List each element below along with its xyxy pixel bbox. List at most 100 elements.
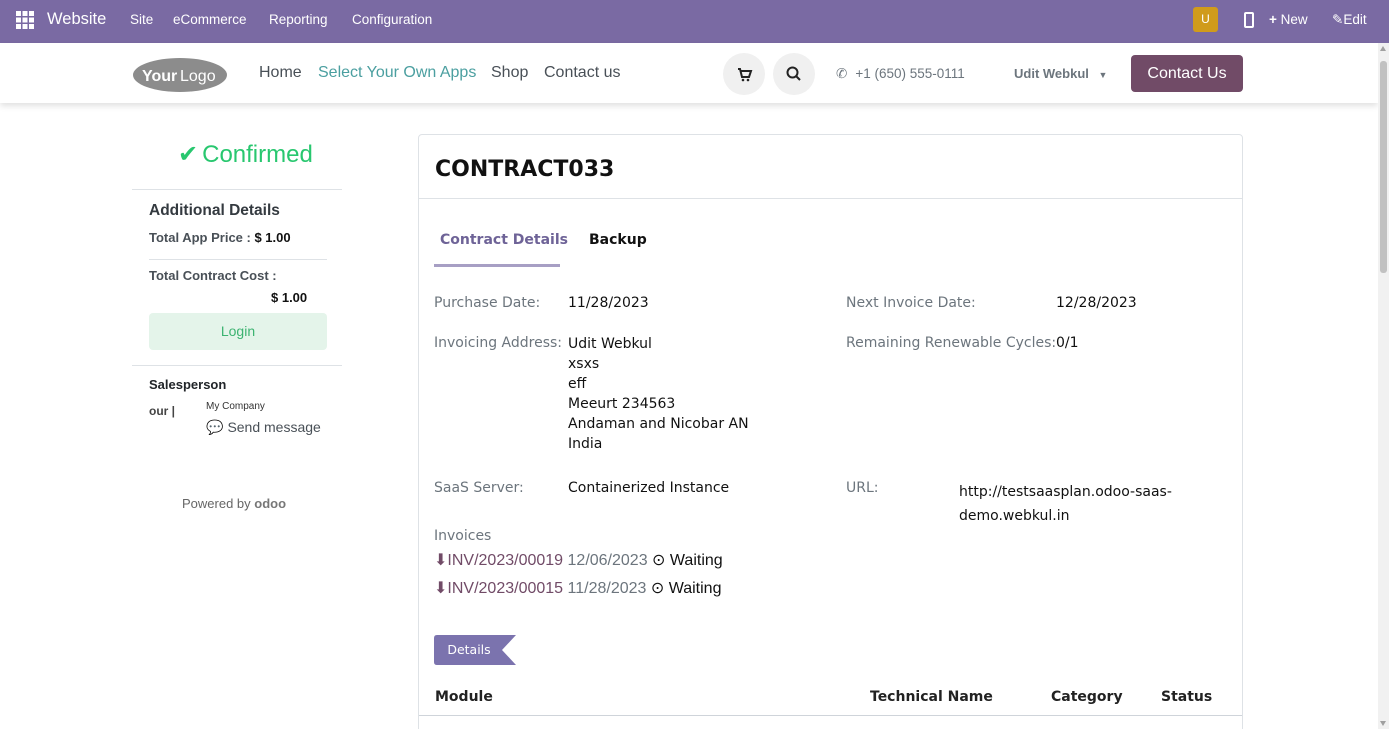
scroll-down-arrow-icon[interactable] <box>1380 721 1386 726</box>
user-name: Udit Webkul <box>1014 66 1089 81</box>
page-scrollbar[interactable] <box>1378 43 1389 729</box>
address-line: Udit Webkul <box>568 336 652 352</box>
additional-details-title: Additional Details <box>149 202 280 219</box>
invoice-status-text: Waiting <box>668 580 722 597</box>
send-message-text: Send message <box>227 419 321 435</box>
invoice-status: ⊙ Waiting <box>652 552 723 569</box>
phone-text: +1 (650) 555-0111 <box>855 66 965 81</box>
menu-site[interactable]: Site <box>130 12 153 27</box>
table-header-divider <box>419 715 1242 716</box>
divider <box>149 259 327 260</box>
invoice-status: ⊙ Waiting <box>651 580 722 597</box>
powered-by-text: Powered by <box>182 496 251 511</box>
column-module: Module <box>435 689 493 705</box>
scroll-up-arrow-icon[interactable] <box>1380 46 1386 51</box>
user-dropdown[interactable]: Udit Webkul ▼ <box>1014 66 1107 81</box>
invoice-row[interactable]: ⬇INV/2023/00015 11/28/2023 ⊙ Waiting <box>434 578 721 598</box>
send-message-link[interactable]: 💬 Send message <box>206 419 321 436</box>
nav-home[interactable]: Home <box>259 64 302 82</box>
caret-down-icon: ▼ <box>1098 70 1108 80</box>
next-invoice-label: Next Invoice Date: <box>846 295 976 311</box>
url-label: URL: <box>846 480 879 496</box>
address-line: India <box>568 436 603 452</box>
download-icon: ⬇ <box>434 580 448 597</box>
invoice-number[interactable]: INV/2023/00015 <box>447 580 563 597</box>
invoicing-address-label: Invoicing Address: <box>434 335 563 351</box>
app-price-label: Total App Price : <box>149 230 251 245</box>
website-header: Your Logo Home Select Your Own Apps Shop… <box>0 43 1378 103</box>
nav-shop[interactable]: Shop <box>491 64 528 82</box>
menu-ecommerce[interactable]: eCommerce <box>173 12 247 27</box>
contact-us-button[interactable]: Contact Us <box>1131 55 1243 92</box>
site-logo[interactable]: Your Logo <box>132 57 228 93</box>
invoicing-address: Udit Webkul xsxs eff Meeurt 234563 Andam… <box>568 334 749 454</box>
contract-status: ✔ Confirmed <box>178 140 313 169</box>
app-price-row: Total App Price : $ 1.00 <box>149 230 291 245</box>
scrollbar-thumb[interactable] <box>1380 61 1387 273</box>
saas-server-label: SaaS Server: <box>434 480 524 496</box>
login-button[interactable]: Login <box>149 313 327 350</box>
nav-contact[interactable]: Contact us <box>544 64 620 82</box>
address-line: Meeurt 234563 <box>568 396 676 412</box>
contract-card: CONTRACT033 Contract Details Backup Purc… <box>418 134 1243 729</box>
clock-icon: ⊙ <box>652 552 666 569</box>
purchase-date-value: 11/28/2023 <box>568 295 649 311</box>
new-button[interactable]: + New <box>1269 12 1308 27</box>
contract-title: CONTRACT033 <box>435 157 615 182</box>
details-ribbon-label: Details <box>447 642 491 657</box>
phone-icon: ✆ <box>836 66 848 81</box>
cart-button[interactable] <box>723 53 765 95</box>
status-text: Confirmed <box>202 141 313 168</box>
apps-grid-icon[interactable] <box>16 11 34 29</box>
invoice-date: 12/06/2023 <box>567 552 648 569</box>
instance-url[interactable]: http://testsaasplan.odoo-saas- demo.webk… <box>959 480 1172 528</box>
user-avatar[interactable]: U <box>1193 7 1218 32</box>
menu-configuration[interactable]: Configuration <box>352 12 432 27</box>
admin-topbar: Website Site eCommerce Reporting Configu… <box>0 0 1389 43</box>
salesperson-title: Salesperson <box>149 377 227 392</box>
column-category: Category <box>1051 689 1123 705</box>
search-button[interactable] <box>773 53 815 95</box>
new-label: New <box>1280 12 1308 27</box>
active-tab-indicator <box>434 264 560 267</box>
menu-reporting[interactable]: Reporting <box>269 12 328 27</box>
logo-text-your: Your <box>142 68 177 85</box>
comment-icon: 💬 <box>206 419 224 435</box>
tab-contract-details[interactable]: Contract Details <box>440 232 568 248</box>
salesperson-avatar: our | <box>149 404 176 418</box>
phone-number[interactable]: ✆ +1 (650) 555-0111 <box>836 66 965 82</box>
address-line: xsxs <box>568 356 600 372</box>
contract-cost-label: Total Contract Cost : <box>149 268 277 283</box>
column-status: Status <box>1161 689 1213 705</box>
column-technical-name: Technical Name <box>870 689 993 705</box>
remaining-cycles-label: Remaining Renewable Cycles: <box>846 335 1057 351</box>
cart-icon <box>738 68 753 82</box>
app-price-value: $ 1.00 <box>254 230 291 245</box>
address-line: eff <box>568 376 587 392</box>
url-line: demo.webkul.in <box>959 508 1070 524</box>
divider <box>132 365 342 366</box>
tab-backup[interactable]: Backup <box>589 232 647 248</box>
edit-button[interactable]: ✎Edit <box>1332 12 1367 28</box>
odoo-logo[interactable]: odoo <box>254 496 286 511</box>
mobile-preview-icon[interactable] <box>1244 12 1254 28</box>
card-header: CONTRACT033 <box>419 135 1242 199</box>
purchase-date-label: Purchase Date: <box>434 295 541 311</box>
next-invoice-value: 12/28/2023 <box>1056 295 1137 311</box>
plus-icon: + <box>1269 12 1277 27</box>
edit-label: Edit <box>1343 12 1367 27</box>
invoices-label: Invoices <box>434 528 492 544</box>
nav-select-apps[interactable]: Select Your Own Apps <box>318 64 476 82</box>
pencil-icon: ✎ <box>1332 12 1344 27</box>
url-line: http://testsaasplan.odoo-saas- <box>959 484 1172 500</box>
invoice-row[interactable]: ⬇INV/2023/00019 12/06/2023 ⊙ Waiting <box>434 550 723 570</box>
download-icon: ⬇ <box>434 552 448 569</box>
contract-cost-value: $ 1.00 <box>271 290 308 305</box>
saas-server-value: Containerized Instance <box>568 480 730 496</box>
invoice-number[interactable]: INV/2023/00019 <box>447 552 563 569</box>
app-name[interactable]: Website <box>47 10 106 29</box>
check-icon: ✔ <box>178 141 199 168</box>
divider <box>132 189 342 190</box>
clock-icon: ⊙ <box>650 580 665 597</box>
search-icon <box>786 66 801 81</box>
